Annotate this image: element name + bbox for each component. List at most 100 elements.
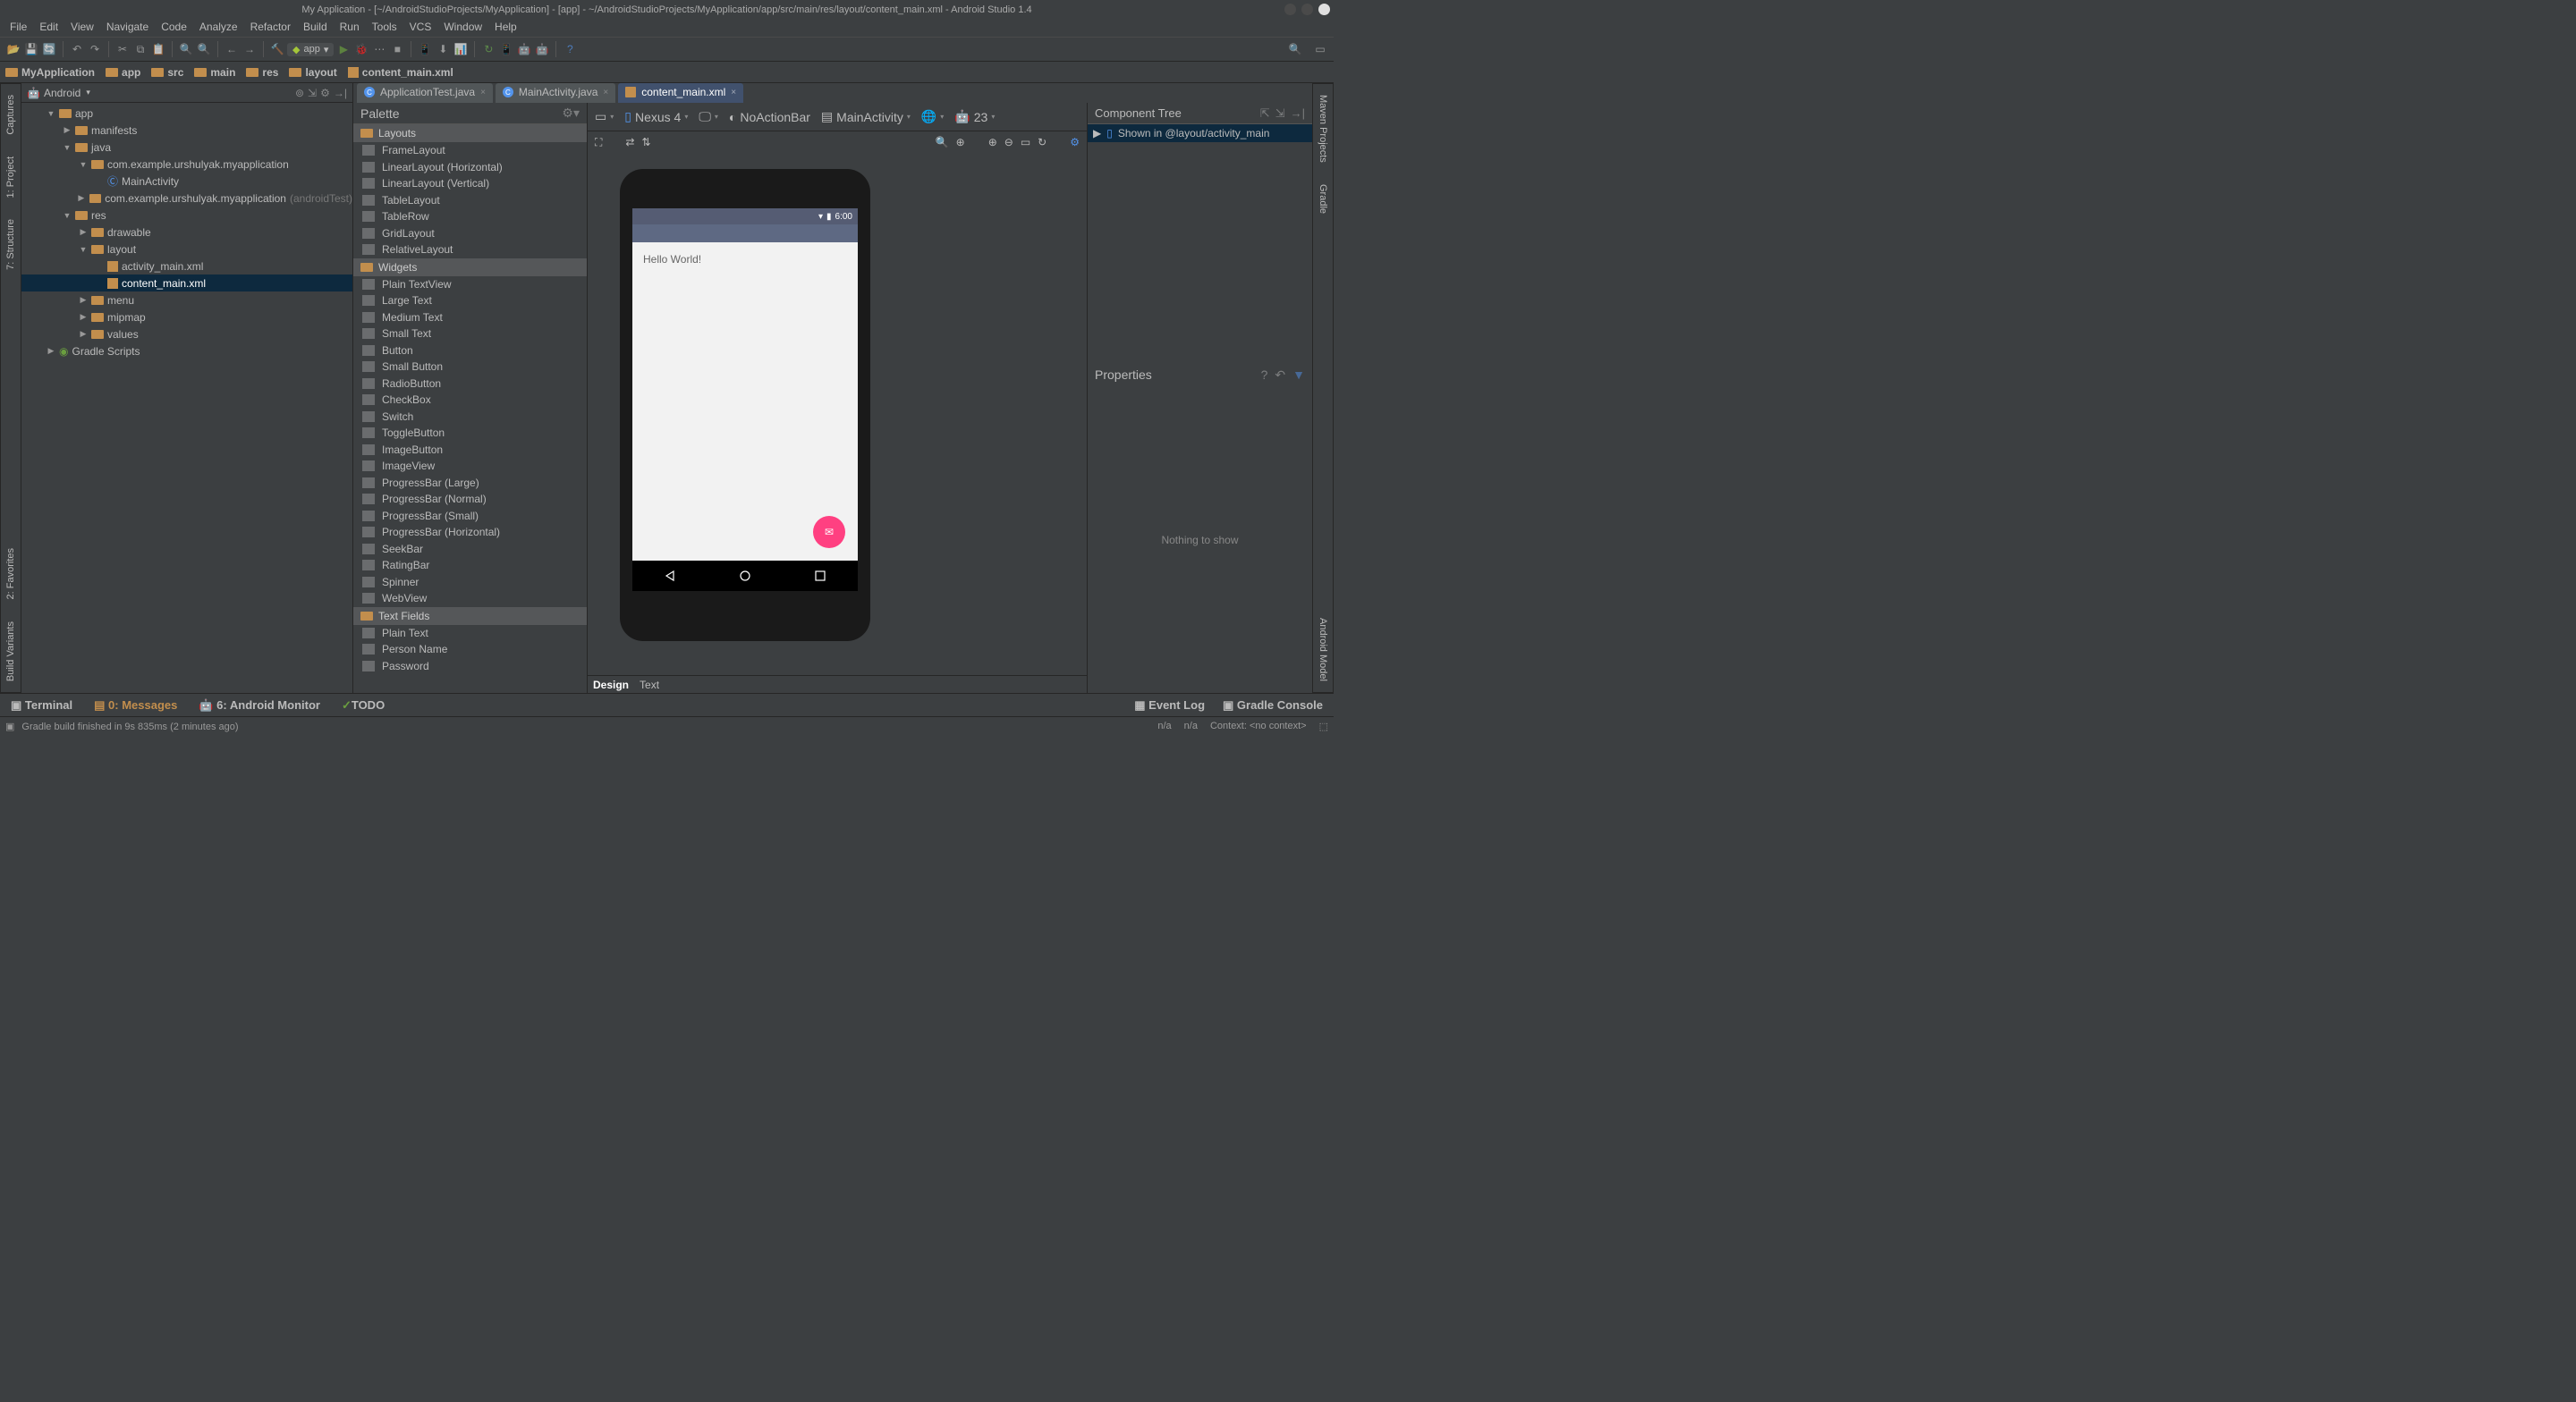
orientation-picker[interactable]: 🖵▾: [699, 109, 718, 124]
debug-icon[interactable]: 🐞: [353, 41, 369, 57]
undo-icon[interactable]: ↶: [69, 41, 85, 57]
reset-icon[interactable]: ▭: [1021, 136, 1030, 148]
menu-navigate[interactable]: Navigate: [100, 19, 155, 37]
zoom-in-icon[interactable]: ⊕: [988, 136, 997, 148]
breadcrumb[interactable]: res: [246, 66, 278, 79]
palette-item[interactable]: SeekBar: [353, 541, 587, 558]
status-toggle-icon[interactable]: ▣: [5, 721, 14, 732]
sdk-icon[interactable]: ⬇: [435, 41, 451, 57]
tree-row[interactable]: ▼res: [21, 207, 352, 224]
menu-run[interactable]: Run: [334, 19, 366, 37]
gear-icon[interactable]: ⚙▾: [562, 106, 580, 121]
target-icon[interactable]: ⊚: [295, 87, 304, 99]
expand-arrow-icon[interactable]: ▶: [79, 295, 88, 305]
help-icon[interactable]: ?: [1261, 367, 1268, 383]
locale-picker[interactable]: 🌐▾: [921, 109, 944, 124]
close-tab-icon[interactable]: ×: [603, 88, 608, 97]
minimize-icon[interactable]: [1284, 4, 1296, 15]
bottom-gradle-console[interactable]: ▣ Gradle Console: [1223, 698, 1323, 713]
expand-arrow-icon[interactable]: ▼: [47, 109, 55, 118]
breadcrumb[interactable]: content_main.xml: [348, 66, 453, 79]
breadcrumb[interactable]: app: [106, 66, 140, 79]
search-icon[interactable]: 🔍: [1287, 41, 1303, 57]
revert-icon[interactable]: ↶: [1275, 367, 1285, 383]
expand-arrow-icon[interactable]: ▼: [79, 160, 88, 169]
zoom-fit-icon[interactable]: 🔍: [936, 136, 949, 148]
palette-item[interactable]: Small Button: [353, 359, 587, 376]
tree-row[interactable]: ▶menu: [21, 291, 352, 308]
expand-icon[interactable]: ⇱: [1260, 106, 1270, 121]
menu-view[interactable]: View: [64, 19, 100, 37]
menu-tools[interactable]: Tools: [366, 19, 403, 37]
gutter-favorites[interactable]: 2: Favorites: [4, 537, 18, 610]
palette-item[interactable]: Small Text: [353, 325, 587, 342]
collapse-icon[interactable]: ⇲: [308, 87, 317, 99]
paste-icon[interactable]: 📋: [150, 41, 166, 57]
palette-item[interactable]: Large Text: [353, 292, 587, 309]
breadcrumb[interactable]: layout: [289, 66, 336, 79]
device-picker[interactable]: ▯Nexus 4▾: [624, 109, 688, 124]
run-icon[interactable]: ▶: [335, 41, 352, 57]
open-icon[interactable]: 📂: [5, 41, 21, 57]
replace-icon[interactable]: 🔍: [196, 41, 212, 57]
menu-vcs[interactable]: VCS: [403, 19, 438, 37]
palette-category[interactable]: Widgets: [353, 258, 587, 276]
redo-icon[interactable]: ↷: [87, 41, 103, 57]
palette-item[interactable]: TableRow: [353, 208, 587, 225]
palette-item[interactable]: TableLayout: [353, 192, 587, 209]
tree-row[interactable]: ▶◉Gradle Scripts: [21, 342, 352, 359]
forward-icon[interactable]: →: [242, 41, 258, 57]
palette-item[interactable]: RadioButton: [353, 376, 587, 393]
tree-row[interactable]: ▼com.example.urshulyak.myapplication: [21, 156, 352, 173]
cut-icon[interactable]: ✂: [114, 41, 131, 57]
gutter-captures[interactable]: Captures: [4, 84, 18, 146]
bottom-android-monitor[interactable]: 🤖 6: Android Monitor: [199, 698, 320, 713]
expand-arrow-icon[interactable]: ▼: [63, 143, 72, 152]
status-lock-icon[interactable]: ⬚: [1319, 721, 1328, 732]
back-icon[interactable]: [664, 570, 676, 582]
expand-arrow-icon[interactable]: ▶: [47, 346, 55, 356]
project-mode[interactable]: Android: [44, 87, 80, 99]
tree-row[interactable]: ▼layout: [21, 241, 352, 258]
palette-item[interactable]: Spinner: [353, 574, 587, 591]
palette-item[interactable]: ProgressBar (Small): [353, 508, 587, 525]
dd1-icon[interactable]: ↻: [480, 41, 496, 57]
menu-help[interactable]: Help: [488, 19, 523, 37]
help-icon[interactable]: ?: [562, 41, 578, 57]
fab-button[interactable]: ✉: [813, 516, 845, 548]
expand-arrow-icon[interactable]: ▶: [79, 227, 88, 237]
hide-icon[interactable]: →|: [334, 87, 347, 99]
attach-icon[interactable]: ⋯: [371, 41, 387, 57]
run-config-selector[interactable]: ◆ app ▾: [287, 43, 334, 56]
expand-arrow-icon[interactable]: ▶: [79, 329, 88, 339]
tree-row[interactable]: ▶drawable: [21, 224, 352, 241]
activity-picker[interactable]: ▤MainActivity▾: [821, 109, 911, 124]
palette-body[interactable]: LayoutsFrameLayoutLinearLayout (Horizont…: [353, 124, 587, 674]
palette-item[interactable]: FrameLayout: [353, 142, 587, 159]
palette-item[interactable]: ProgressBar (Large): [353, 475, 587, 492]
back-icon[interactable]: ←: [224, 41, 240, 57]
breadcrumb[interactable]: main: [194, 66, 235, 79]
copy-icon[interactable]: ⧉: [132, 41, 148, 57]
palette-item[interactable]: ProgressBar (Normal): [353, 491, 587, 508]
avd-icon[interactable]: 📱: [417, 41, 433, 57]
gutter-maven[interactable]: Maven Projects: [1316, 84, 1330, 173]
tree-row[interactable]: ▶com.example.urshulyak.myapplication (an…: [21, 190, 352, 207]
palette-item[interactable]: ProgressBar (Horizontal): [353, 524, 587, 541]
palette-item[interactable]: Button: [353, 342, 587, 359]
tree-row[interactable]: ▼java: [21, 139, 352, 156]
project-tree[interactable]: ▼app▶manifests▼java▼com.example.urshulya…: [21, 103, 352, 361]
tab-application-test[interactable]: CApplicationTest.java×: [357, 83, 493, 103]
api-picker[interactable]: 🤖23▾: [954, 109, 995, 124]
expand-arrow-icon[interactable]: ▶: [79, 312, 88, 322]
make-icon[interactable]: 🔨: [269, 41, 285, 57]
expand-arrow-icon[interactable]: ▼: [63, 211, 72, 220]
component-tree-row[interactable]: ▶ ▯ Shown in @layout/activity_main: [1088, 124, 1312, 142]
device-screen[interactable]: ▾ ▮ 6:00 Hello World! ✉: [632, 208, 858, 561]
menu-refactor[interactable]: Refactor: [244, 19, 297, 37]
tree-row[interactable]: ⒸMainActivity: [21, 173, 352, 190]
gutter-gradle[interactable]: Gradle: [1316, 173, 1330, 224]
app-content[interactable]: Hello World! ✉: [632, 242, 858, 561]
menu-code[interactable]: Code: [155, 19, 193, 37]
palette-item[interactable]: Plain Text: [353, 625, 587, 642]
